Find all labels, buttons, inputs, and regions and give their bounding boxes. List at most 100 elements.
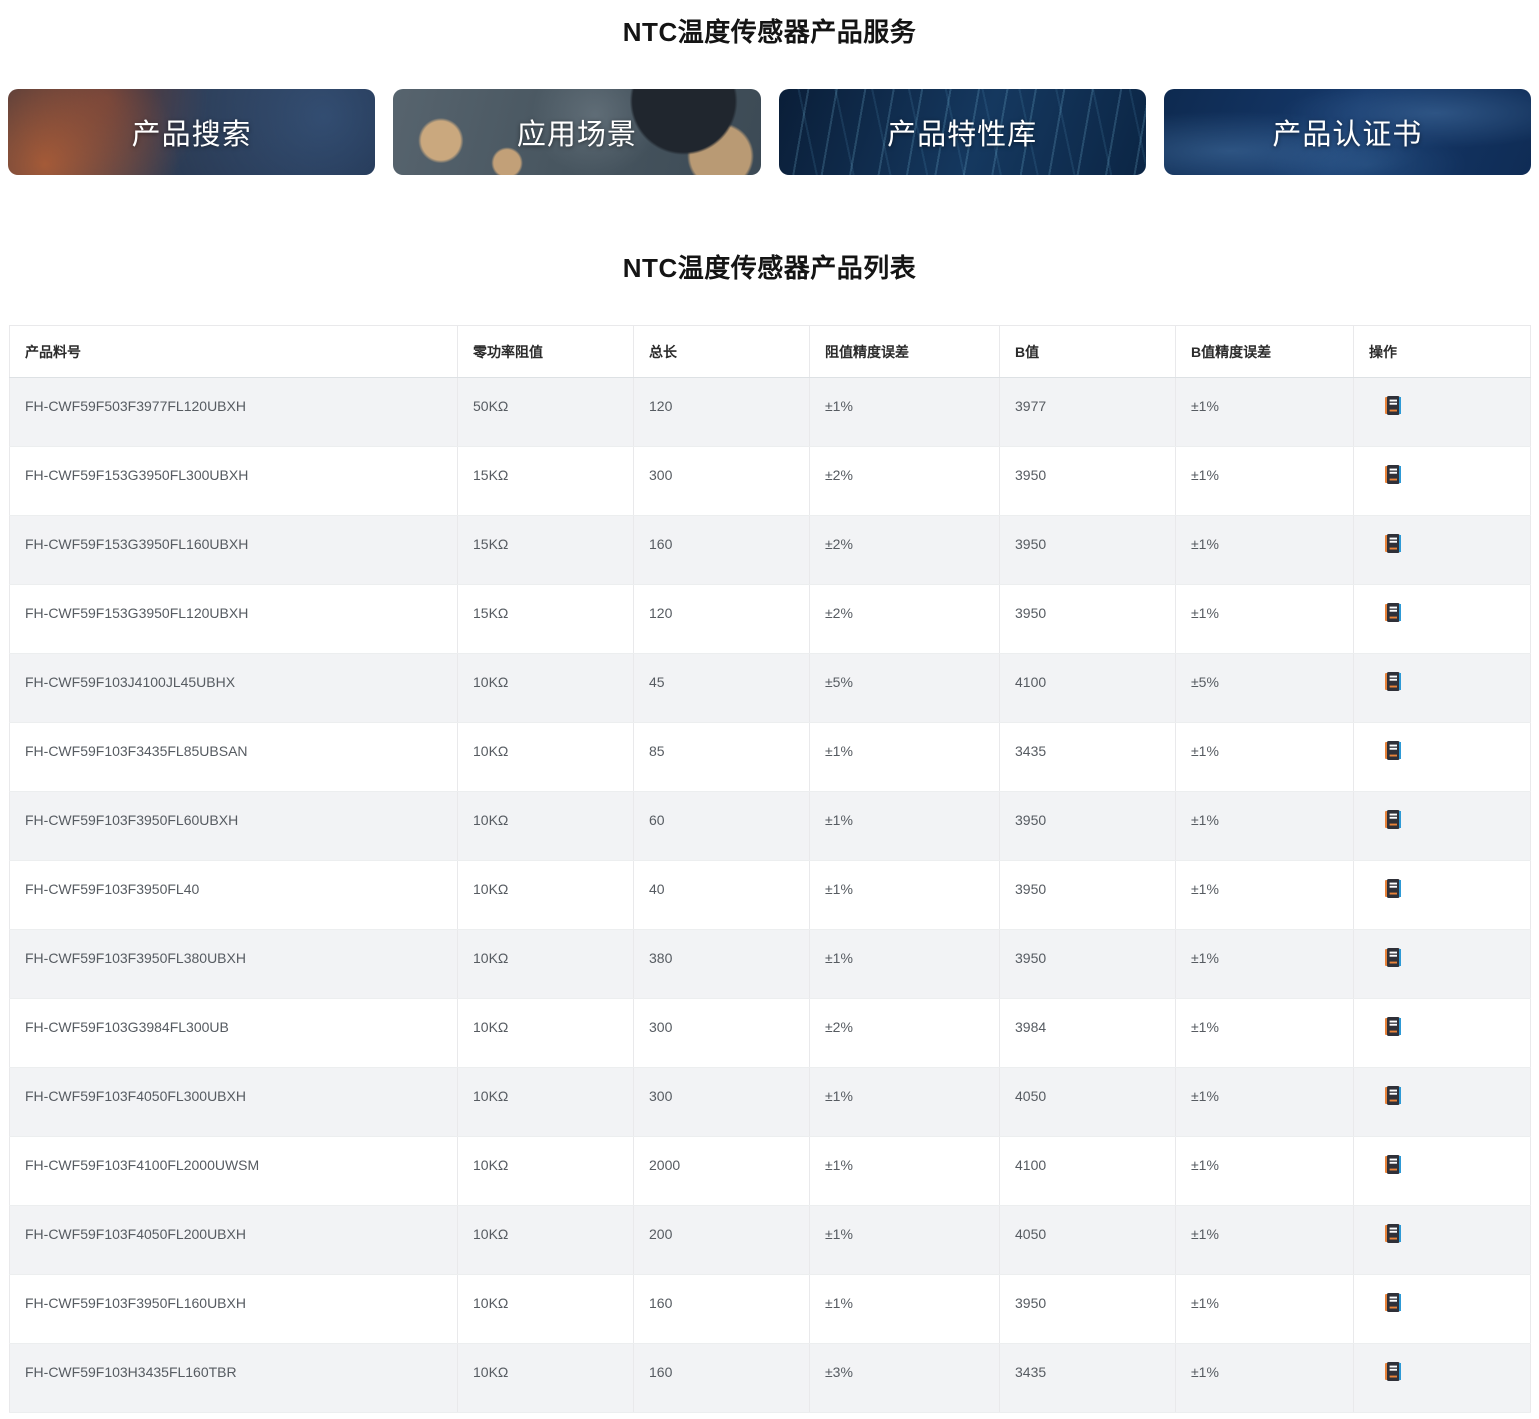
cell-resistance-tolerance: ±1% xyxy=(810,930,1000,999)
col-header-resistance-tolerance: 阻值精度误差 xyxy=(810,326,1000,378)
cell-zero-power-resistance: 15KΩ xyxy=(458,585,634,654)
table-row: FH-CWF59F153G3950FL300UBXH 15KΩ 300 ±2% … xyxy=(10,447,1531,516)
view-doc-button[interactable] xyxy=(1385,741,1401,760)
cell-part-number: FH-CWF59F103F3435FL85UBSAN xyxy=(10,723,458,792)
cell-part-number: FH-CWF59F103G3984FL300UB xyxy=(10,999,458,1068)
notebook-icon xyxy=(1385,603,1401,622)
col-header-zero-power-resistance: 零功率阻值 xyxy=(458,326,634,378)
cell-b-value-tolerance: ±1% xyxy=(1176,930,1354,999)
cell-part-number: FH-CWF59F103F3950FL40 xyxy=(10,861,458,930)
table-row: FH-CWF59F503F3977FL120UBXH 50KΩ 120 ±1% … xyxy=(10,378,1531,447)
view-doc-button[interactable] xyxy=(1385,1293,1401,1312)
notebook-icon xyxy=(1385,741,1401,760)
cell-b-value-tolerance: ±1% xyxy=(1176,447,1354,516)
table-row: FH-CWF59F103J4100JL45UBHX 10KΩ 45 ±5% 41… xyxy=(10,654,1531,723)
view-doc-button[interactable] xyxy=(1385,672,1401,691)
cell-resistance-tolerance: ±2% xyxy=(810,447,1000,516)
notebook-icon xyxy=(1385,1224,1401,1243)
table-row: FH-CWF59F103F4100FL2000UWSM 10KΩ 2000 ±1… xyxy=(10,1137,1531,1206)
cell-zero-power-resistance: 10KΩ xyxy=(458,930,634,999)
notebook-icon xyxy=(1385,1086,1401,1105)
cell-part-number: FH-CWF59F503F3977FL120UBXH xyxy=(10,378,458,447)
banner-feature-library[interactable]: 产品特性库 xyxy=(779,89,1146,175)
cell-total-length: 85 xyxy=(634,723,810,792)
view-doc-button[interactable] xyxy=(1385,603,1401,622)
cell-action xyxy=(1354,861,1531,930)
cell-b-value: 3950 xyxy=(1000,861,1176,930)
table-row: FH-CWF59F103F3950FL380UBXH 10KΩ 380 ±1% … xyxy=(10,930,1531,999)
table-row: FH-CWF59F103F3435FL85UBSAN 10KΩ 85 ±1% 3… xyxy=(10,723,1531,792)
cell-part-number: FH-CWF59F103F3950FL160UBXH xyxy=(10,1275,458,1344)
col-header-b-value-tolerance: B值精度误差 xyxy=(1176,326,1354,378)
cell-b-value: 3950 xyxy=(1000,930,1176,999)
cell-total-length: 160 xyxy=(634,1275,810,1344)
cell-resistance-tolerance: ±1% xyxy=(810,792,1000,861)
cell-action xyxy=(1354,999,1531,1068)
cell-total-length: 300 xyxy=(634,1068,810,1137)
view-doc-button[interactable] xyxy=(1385,1155,1401,1174)
table-row: FH-CWF59F153G3950FL120UBXH 15KΩ 120 ±2% … xyxy=(10,585,1531,654)
table-header-row: 产品料号 零功率阻值 总长 阻值精度误差 B值 B值精度误差 操作 xyxy=(10,326,1531,378)
cell-action xyxy=(1354,585,1531,654)
cell-total-length: 45 xyxy=(634,654,810,723)
cell-resistance-tolerance: ±1% xyxy=(810,1137,1000,1206)
table-row: FH-CWF59F103F3950FL60UBXH 10KΩ 60 ±1% 39… xyxy=(10,792,1531,861)
view-doc-button[interactable] xyxy=(1385,534,1401,553)
cell-part-number: FH-CWF59F103F4050FL300UBXH xyxy=(10,1068,458,1137)
cell-b-value-tolerance: ±1% xyxy=(1176,1068,1354,1137)
notebook-icon xyxy=(1385,810,1401,829)
cell-part-number: FH-CWF59F153G3950FL120UBXH xyxy=(10,585,458,654)
banner-certificates[interactable]: 产品认证书 xyxy=(1164,89,1531,175)
cell-b-value-tolerance: ±1% xyxy=(1176,378,1354,447)
cell-zero-power-resistance: 10KΩ xyxy=(458,1137,634,1206)
banner-product-search[interactable]: 产品搜索 xyxy=(8,89,375,175)
cell-zero-power-resistance: 10KΩ xyxy=(458,1275,634,1344)
cell-part-number: FH-CWF59F103H3435FL160TBR xyxy=(10,1344,458,1413)
cell-b-value-tolerance: ±1% xyxy=(1176,792,1354,861)
notebook-icon xyxy=(1385,396,1401,415)
cell-zero-power-resistance: 10KΩ xyxy=(458,1206,634,1275)
cell-b-value-tolerance: ±1% xyxy=(1176,1206,1354,1275)
cell-b-value-tolerance: ±1% xyxy=(1176,585,1354,654)
notebook-icon xyxy=(1385,879,1401,898)
product-table: 产品料号 零功率阻值 总长 阻值精度误差 B值 B值精度误差 操作 FH-CWF… xyxy=(9,325,1531,1413)
cell-b-value: 3950 xyxy=(1000,516,1176,585)
col-header-part-number: 产品料号 xyxy=(10,326,458,378)
cell-part-number: FH-CWF59F103F3950FL380UBXH xyxy=(10,930,458,999)
cell-zero-power-resistance: 10KΩ xyxy=(458,1344,634,1413)
cell-resistance-tolerance: ±5% xyxy=(810,654,1000,723)
cell-zero-power-resistance: 10KΩ xyxy=(458,792,634,861)
view-doc-button[interactable] xyxy=(1385,396,1401,415)
view-doc-button[interactable] xyxy=(1385,948,1401,967)
cell-b-value: 3977 xyxy=(1000,378,1176,447)
cell-zero-power-resistance: 10KΩ xyxy=(458,654,634,723)
notebook-icon xyxy=(1385,534,1401,553)
view-doc-button[interactable] xyxy=(1385,879,1401,898)
cell-action xyxy=(1354,792,1531,861)
notebook-icon xyxy=(1385,1155,1401,1174)
view-doc-button[interactable] xyxy=(1385,810,1401,829)
cell-b-value-tolerance: ±1% xyxy=(1176,999,1354,1068)
cell-part-number: FH-CWF59F103J4100JL45UBHX xyxy=(10,654,458,723)
cell-total-length: 380 xyxy=(634,930,810,999)
view-doc-button[interactable] xyxy=(1385,1224,1401,1243)
cell-resistance-tolerance: ±1% xyxy=(810,723,1000,792)
cell-zero-power-resistance: 50KΩ xyxy=(458,378,634,447)
cell-b-value: 4100 xyxy=(1000,654,1176,723)
cell-b-value-tolerance: ±1% xyxy=(1176,723,1354,792)
view-doc-button[interactable] xyxy=(1385,1086,1401,1105)
cell-action xyxy=(1354,1137,1531,1206)
cell-resistance-tolerance: ±1% xyxy=(810,378,1000,447)
cell-action xyxy=(1354,1344,1531,1413)
cell-b-value-tolerance: ±1% xyxy=(1176,861,1354,930)
cell-total-length: 120 xyxy=(634,378,810,447)
view-doc-button[interactable] xyxy=(1385,1017,1401,1036)
banner-application-scenes[interactable]: 应用场景 xyxy=(393,89,760,175)
cell-resistance-tolerance: ±1% xyxy=(810,1068,1000,1137)
cell-zero-power-resistance: 15KΩ xyxy=(458,516,634,585)
cell-b-value: 3950 xyxy=(1000,792,1176,861)
view-doc-button[interactable] xyxy=(1385,1362,1401,1381)
view-doc-button[interactable] xyxy=(1385,465,1401,484)
cell-total-length: 40 xyxy=(634,861,810,930)
cell-part-number: FH-CWF59F103F3950FL60UBXH xyxy=(10,792,458,861)
